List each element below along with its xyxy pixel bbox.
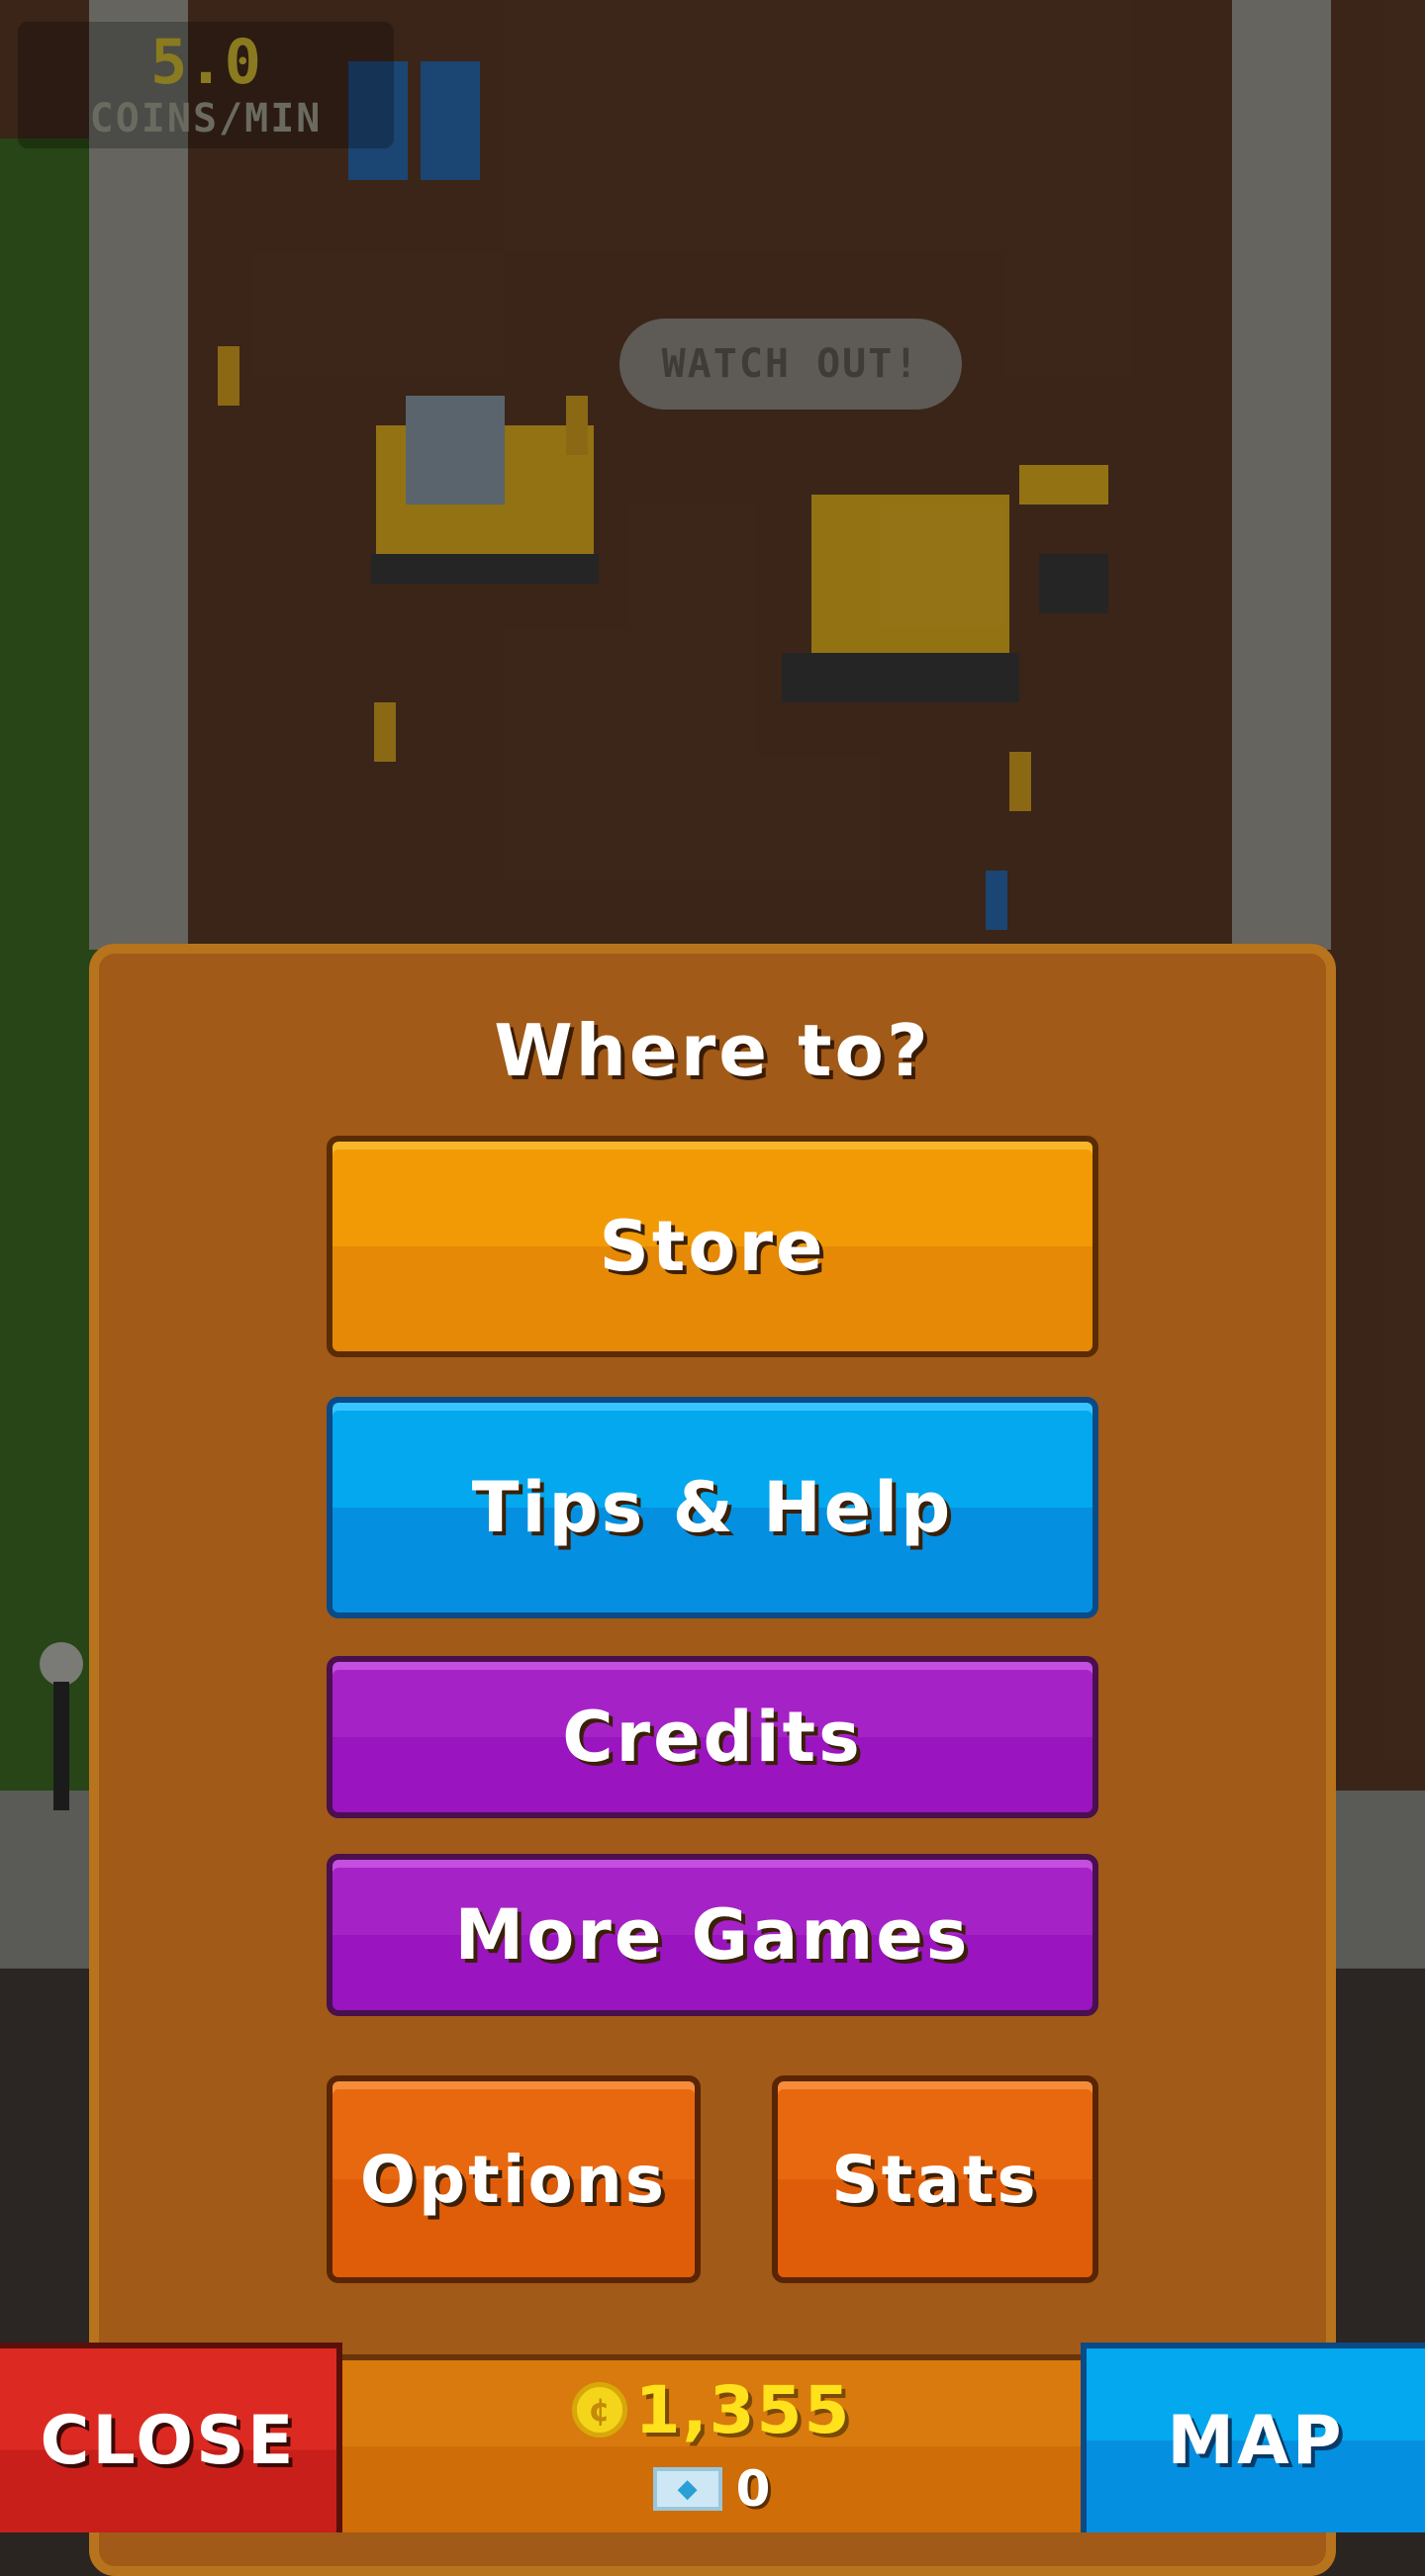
more-games-button[interactable]: More Games xyxy=(327,1854,1098,2016)
bottom-bar: CLOSE ¢ 1,355 ◆ 0 MAP xyxy=(0,2343,1425,2532)
coin-counter: ¢ 1,355 xyxy=(342,2371,1081,2448)
coin-rate-unit: COINS/MIN xyxy=(89,96,323,141)
gem-count: 0 xyxy=(735,2460,771,2518)
coin-rate-display: 5.0 COINS/MIN xyxy=(18,22,394,148)
speech-bubble: WATCH OUT! xyxy=(619,319,962,410)
currency-display: ¢ 1,355 ◆ 0 xyxy=(342,2354,1081,2532)
map-button[interactable]: MAP xyxy=(1081,2343,1425,2532)
tips-help-button[interactable]: Tips & Help xyxy=(327,1397,1098,1618)
store-button[interactable]: Store xyxy=(327,1136,1098,1357)
coin-rate-value: 5.0 xyxy=(150,26,261,98)
coin-icon: ¢ xyxy=(571,2382,627,2438)
gem-counter: ◆ 0 xyxy=(342,2459,1081,2519)
credits-button[interactable]: Credits xyxy=(327,1656,1098,1818)
close-button[interactable]: CLOSE xyxy=(0,2343,342,2532)
coin-count: 1,355 xyxy=(634,2371,852,2448)
gem-icon: ◆ xyxy=(652,2467,722,2511)
stats-button[interactable]: Stats xyxy=(772,2075,1098,2283)
menu-title: Where to? xyxy=(494,1009,931,1092)
options-button[interactable]: Options xyxy=(327,2075,701,2283)
